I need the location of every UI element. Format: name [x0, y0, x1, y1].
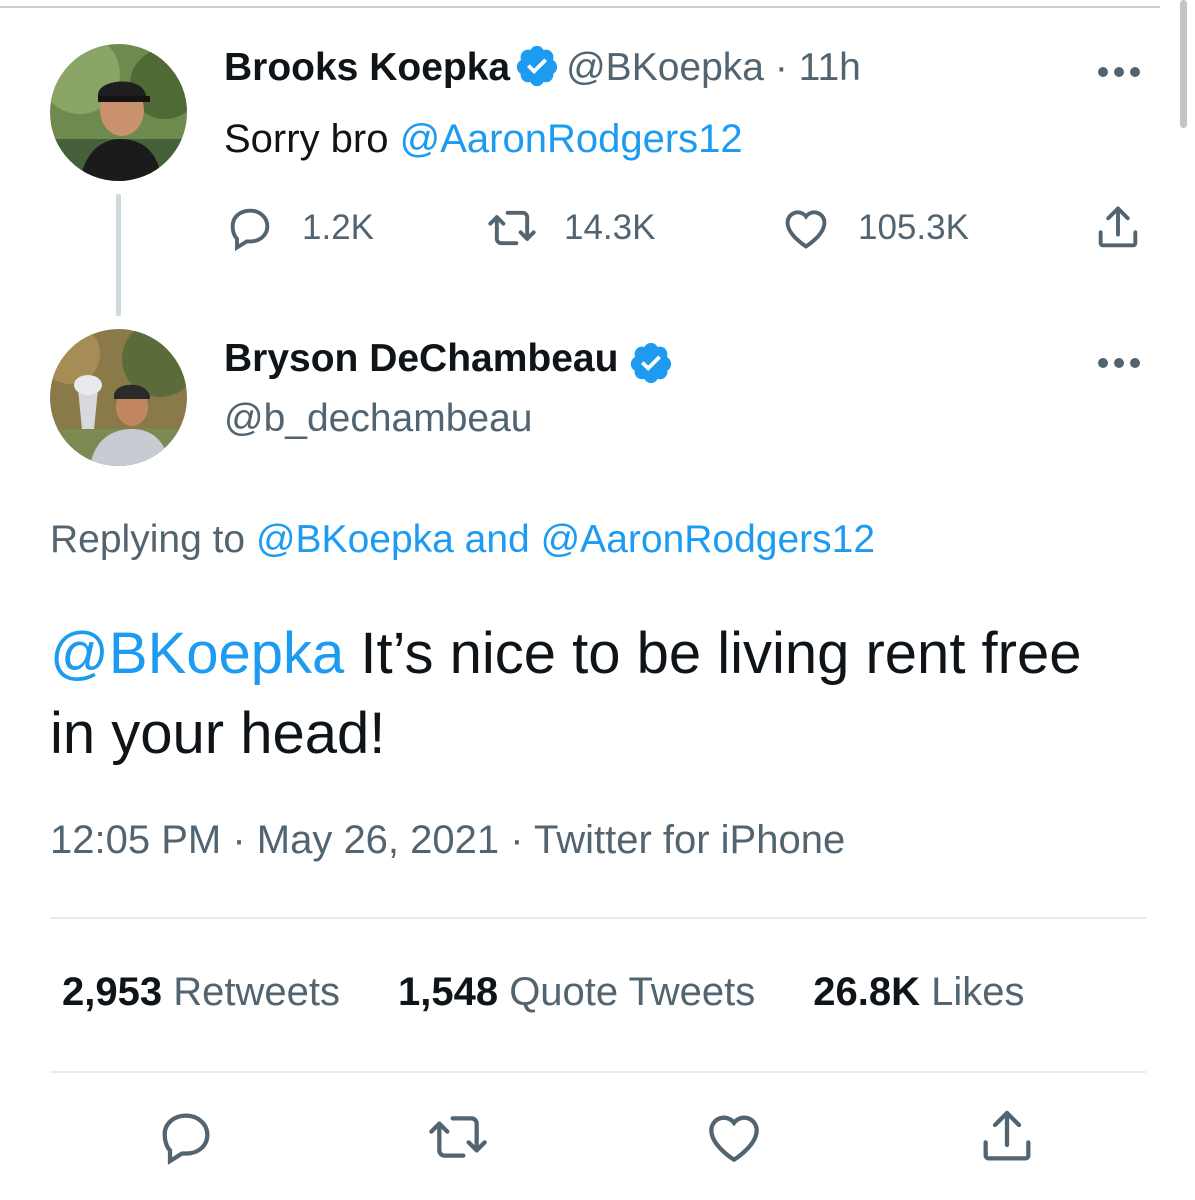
quote-tweets-label: Quote Tweets: [498, 970, 756, 1014]
retweet-count: 14.3K: [564, 208, 656, 247]
tweet1-actions: 1.2K 14.3K 105.3K: [224, 202, 1154, 262]
share-icon: [983, 1110, 1031, 1161]
tweet2-timestamp[interactable]: 12:05 PM · May 26, 2021 · Twitter for iP…: [50, 818, 845, 863]
retweet-icon: [429, 1116, 487, 1158]
quote-tweets-count: 1,548: [397, 970, 499, 1014]
reply-button[interactable]: 1.2K: [224, 202, 374, 254]
verified-badge-icon: [516, 45, 558, 86]
share-icon: [1098, 206, 1138, 248]
divider: [50, 1071, 1146, 1073]
tweet1-handle[interactable]: @BKoepka: [566, 46, 764, 89]
tweet2-header: Bryson DeChambeau: [224, 337, 674, 386]
heart-icon: [709, 1115, 759, 1163]
heart-icon: [785, 210, 827, 249]
likes-label: Likes: [920, 970, 1025, 1014]
reply-button[interactable]: [154, 1105, 218, 1169]
likes-count: 26.8K: [813, 970, 921, 1014]
avatar-brooks-koepka[interactable]: [50, 44, 187, 181]
tweet2-mention-link[interactable]: @BKoepka: [50, 621, 344, 686]
retweets-label: Retweets: [162, 970, 340, 1014]
tweet2-author-name[interactable]: Bryson DeChambeau: [224, 337, 618, 380]
tweet2-text: @BKoepka It’s nice to be living rent fre…: [50, 614, 1110, 774]
tweet1-header: Brooks Koepka @BKoepka · 11h: [224, 45, 861, 90]
engagement-stats: 2,953 Retweets 1,548 Quote Tweets 26.8K Li…: [62, 970, 1025, 1015]
tweet1-time[interactable]: · 11h: [764, 46, 861, 89]
retweets-stat[interactable]: 2,953 Retweets: [62, 970, 340, 1015]
more-icon[interactable]: [1098, 67, 1140, 79]
replying-to: Replying to @BKoepka and @AaronRodgers12: [50, 518, 875, 562]
retweet-icon: [488, 210, 536, 246]
reply-icon: [162, 1113, 210, 1165]
replying-and: and: [453, 518, 541, 561]
share-button[interactable]: [975, 1105, 1039, 1169]
quote-tweets-stat[interactable]: 1,548 Quote Tweets: [398, 970, 755, 1015]
replying-prefix: Replying to: [50, 518, 256, 561]
tweet1-text: Sorry bro @AaronRodgers12: [224, 117, 743, 162]
tweet2-actions: [0, 1105, 1195, 1175]
retweet-button[interactable]: 14.3K: [486, 202, 655, 254]
tweet1-text-body: Sorry bro: [224, 117, 400, 161]
reply-count: 1.2K: [302, 208, 374, 247]
reply-icon: [230, 208, 270, 252]
replying-user-bkoepka[interactable]: @BKoepka: [256, 518, 454, 561]
scrollbar[interactable]: [1180, 0, 1187, 128]
retweet-button[interactable]: [426, 1105, 490, 1169]
thread-connector: [116, 194, 121, 316]
like-button[interactable]: 105.3K: [780, 202, 969, 254]
likes-stat[interactable]: 26.8K Likes: [813, 970, 1024, 1015]
retweets-count: 2,953: [62, 970, 163, 1014]
avatar-bryson-dechambeau[interactable]: [50, 329, 187, 466]
like-count: 105.3K: [858, 208, 969, 247]
top-divider: [0, 6, 1160, 8]
share-button[interactable]: [1092, 202, 1170, 254]
tweet1-author-name[interactable]: Brooks Koepka: [224, 46, 510, 89]
verified-badge-icon: [631, 342, 672, 383]
like-button[interactable]: [702, 1105, 766, 1169]
more-icon[interactable]: [1098, 358, 1140, 370]
tweet1-mention-link[interactable]: @AaronRodgers12: [400, 117, 743, 161]
tweet2-handle[interactable]: @b_dechambeau: [224, 397, 532, 441]
replying-user-aaronrodgers[interactable]: @AaronRodgers12: [541, 518, 875, 561]
divider: [50, 917, 1146, 919]
